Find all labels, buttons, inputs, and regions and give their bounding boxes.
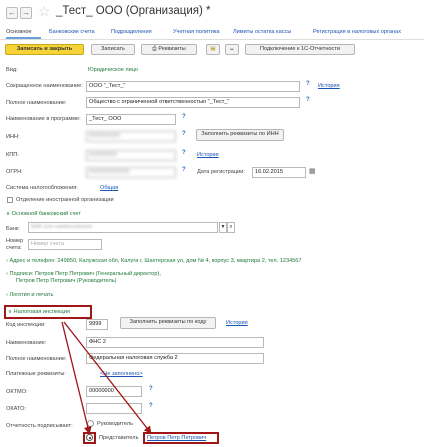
radio-dot: [88, 436, 91, 439]
short-name-label: Сокращенное наименование:: [6, 83, 83, 89]
account-input[interactable]: Номер счета: [28, 239, 102, 250]
kpp-history-link[interactable]: История: [197, 152, 219, 158]
chevron-down-icon: ∨: [8, 309, 13, 315]
kpp-label: КПП:: [6, 152, 19, 158]
short-name-history-link[interactable]: История: [318, 83, 340, 89]
inn-label: ИНН:: [6, 134, 20, 140]
account-placeholder: Номер счета: [31, 241, 64, 247]
tab-main[interactable]: Основное: [6, 29, 32, 35]
tax-system-label: Система налогообложения:: [6, 185, 78, 191]
tax-section-title: Налоговая инспекция: [13, 309, 70, 315]
signer-director-radio[interactable]: [87, 420, 94, 427]
tab-bank-accounts[interactable]: Банковские счета: [49, 29, 95, 35]
bank-input[interactable]: БИК или наименование: [28, 222, 218, 233]
chevron-right-icon: ›: [6, 292, 8, 298]
chevron-down-icon: ∨: [6, 211, 11, 217]
program-name-label: Наименование в программе:: [6, 116, 81, 122]
registration-date-input[interactable]: 16.02.2015: [252, 167, 306, 178]
bank-section-header[interactable]: ∨ Основной банковский счет: [6, 211, 81, 217]
tax-system-link[interactable]: Общая: [100, 185, 118, 191]
tabs-divider: [0, 39, 424, 40]
arrow-to-radio: [61, 321, 92, 435]
program-name-help-icon[interactable]: ?: [182, 114, 186, 120]
kpp-input[interactable]: 000000000: [86, 150, 176, 161]
requisites-button[interactable]: ⎙ Реквизиты: [141, 44, 197, 55]
oktmo-help-icon[interactable]: ?: [149, 386, 153, 392]
account-label: Номер счета:: [6, 238, 24, 251]
bank-placeholder: БИК или наименование: [31, 224, 93, 230]
connect-1c-reporting-button[interactable]: Подключение к 1С-Отчетности: [245, 44, 355, 55]
back-button[interactable]: ←: [6, 7, 18, 19]
address-link[interactable]: › Адрес и телефон: 249850, Калужская обл…: [6, 258, 302, 264]
bank-section-title: Основной банковский счет: [11, 211, 81, 217]
oktmo-input[interactable]: 00000000: [86, 386, 142, 397]
signer-director-label: Руководитель: [97, 421, 134, 427]
tax-full-name-label: Полное наименование:: [6, 356, 67, 362]
tab-departments[interactable]: Подразделения: [111, 29, 152, 35]
requisites-label: Реквизиты: [158, 46, 186, 52]
full-name-label: Полное наименование:: [6, 100, 67, 106]
full-name-input[interactable]: Общество с ограниченной ответственностью…: [86, 97, 300, 108]
full-name-help-icon[interactable]: ?: [306, 97, 310, 103]
oktmo-label: ОКТМО:: [6, 389, 28, 395]
printer-icon: ⎙: [152, 46, 157, 52]
signatures-link[interactable]: › Подписи: Петров Петр Петрович (Генерал…: [6, 271, 161, 278]
tax-section-header[interactable]: ∨ Налоговая инспекция: [8, 309, 70, 315]
tax-history-link[interactable]: История: [226, 320, 248, 326]
logo-text: Логотип и печать: [9, 292, 54, 298]
fill-by-inn-button[interactable]: Заполнить реквизиты по ИНН: [196, 129, 284, 141]
foreign-branch-checkbox[interactable]: [7, 197, 13, 203]
okato-label: ОКАТО:: [6, 406, 26, 412]
type-value: Юридическое лицо: [88, 67, 139, 73]
signatures-line1: Подписи: Петров Петр Петрович (Генеральн…: [9, 271, 161, 277]
tax-name-input[interactable]: ФНС 2: [86, 337, 264, 348]
report-icon-button[interactable]: ▤: [206, 44, 220, 55]
calendar-icon[interactable]: ▦: [309, 167, 316, 175]
window-title: _Тест_ ООО (Организация) *: [56, 5, 211, 17]
inn-input[interactable]: 0000000000: [86, 131, 176, 142]
program-name-input[interactable]: _Тест_ ООО: [86, 114, 176, 125]
type-label: Вид:: [6, 67, 18, 73]
payment-requisites-label: Платежные реквизиты:: [6, 371, 66, 377]
short-name-input[interactable]: ООО "_Тест_": [86, 81, 300, 92]
bank-dropdown-icon[interactable]: ▼: [219, 222, 227, 233]
tab-cash-limits[interactable]: Лимиты остатка кассы: [233, 29, 291, 35]
ogrn-help-icon[interactable]: ?: [182, 167, 186, 173]
address-text: Адрес и телефон: 249850, Калужская обл, …: [9, 258, 302, 264]
okato-help-icon[interactable]: ?: [149, 403, 153, 409]
tax-full-name-input[interactable]: Федеральная налоговая служба 2: [86, 353, 264, 364]
tax-name-label: Наименование:: [6, 340, 47, 346]
okato-input[interactable]: [86, 403, 142, 414]
bank-search-icon[interactable]: ⌕: [227, 222, 235, 233]
signatures-line2: Петров Петр Петрович (Руководитель): [16, 278, 117, 284]
save-and-close-button[interactable]: Записать и закрыть: [5, 44, 84, 55]
bank-label: Банк:: [6, 226, 20, 232]
chevron-right-icon: ›: [6, 271, 8, 277]
logo-link[interactable]: › Логотип и печать: [6, 292, 53, 298]
tab-accounting-policy[interactable]: Учетная политика: [173, 29, 220, 35]
tax-code-label: Код инспекции:: [6, 322, 46, 328]
attachment-icon-button[interactable]: ⧢: [225, 44, 239, 55]
signer-representative-radio[interactable]: [86, 434, 93, 441]
ogrn-label: ОГРН:: [6, 169, 23, 175]
signer-label: Отчетность подписывает:: [6, 423, 73, 429]
kpp-help-icon[interactable]: ?: [182, 150, 186, 156]
representative-person-link[interactable]: Петров Петр Петрович: [147, 435, 206, 441]
signer-representative-label: Представитель: [99, 435, 139, 441]
short-name-help-icon[interactable]: ?: [306, 81, 310, 87]
fill-by-code-button[interactable]: Заполнить реквизиты по коду: [120, 317, 216, 329]
forward-button[interactable]: →: [20, 7, 32, 19]
inn-help-icon[interactable]: ?: [182, 131, 186, 137]
chevron-right-icon: ›: [6, 258, 8, 264]
payment-requisites-link[interactable]: <Не заполнено>: [100, 371, 143, 377]
tax-code-input[interactable]: 9999: [86, 319, 108, 330]
ogrn-input[interactable]: 0000000000000: [86, 167, 176, 178]
tab-tax-registration[interactable]: Регистрация в налоговых органах: [313, 29, 401, 35]
paperclip-icon: ⧢: [230, 46, 234, 52]
registration-date-label: Дата регистрации:: [197, 169, 245, 175]
favorite-star-icon[interactable]: ☆: [38, 3, 51, 20]
save-button[interactable]: Записать: [91, 44, 135, 55]
foreign-branch-label: Отделение иностранной организации: [16, 197, 114, 203]
